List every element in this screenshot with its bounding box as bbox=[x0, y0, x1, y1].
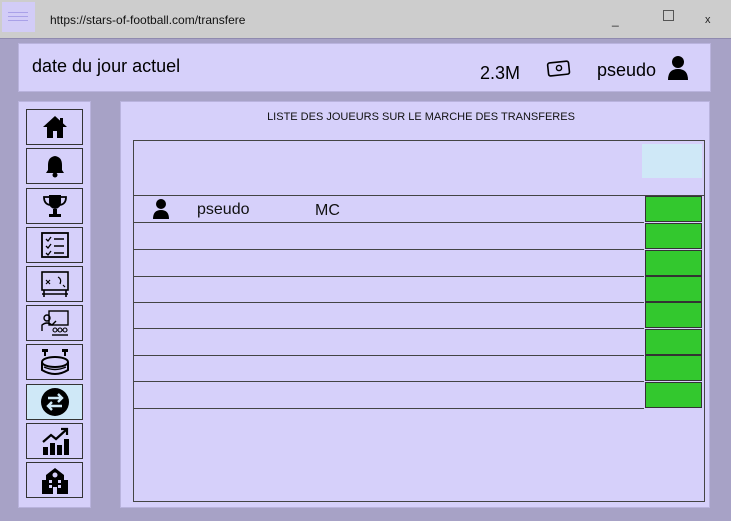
bell-icon bbox=[45, 156, 64, 178]
buy-button[interactable] bbox=[645, 250, 702, 276]
url-bar[interactable]: https://stars-of-football.com/transfere bbox=[50, 13, 245, 27]
table-header bbox=[134, 141, 704, 196]
growth-chart-icon bbox=[41, 427, 69, 455]
checklist-icon bbox=[40, 232, 69, 258]
transfer-market-panel: LISTE DES JOUEURS SUR LE MARCHE DES TRAN… bbox=[120, 101, 710, 508]
player-name: pseudo bbox=[197, 201, 250, 218]
maximize-button[interactable] bbox=[663, 10, 674, 21]
buy-button[interactable] bbox=[645, 276, 702, 302]
club-building-icon bbox=[41, 468, 68, 494]
minimize-button[interactable]: _ bbox=[612, 13, 619, 27]
table-row[interactable] bbox=[134, 223, 644, 250]
sidebar-item-statistics[interactable] bbox=[26, 423, 83, 459]
buy-button[interactable] bbox=[645, 223, 702, 249]
table-row[interactable] bbox=[134, 355, 644, 382]
trophy-icon bbox=[42, 195, 67, 217]
buy-button[interactable] bbox=[645, 355, 702, 381]
user-icon[interactable] bbox=[667, 55, 689, 86]
buy-button[interactable] bbox=[645, 382, 702, 408]
page-title: LISTE DES JOUEURS SUR LE MARCHE DES TRAN… bbox=[267, 111, 575, 123]
table-row[interactable] bbox=[134, 329, 644, 356]
tactics-board-icon bbox=[40, 271, 69, 297]
browser-titlebar: https://stars-of-football.com/transfere … bbox=[0, 0, 731, 38]
browser-logo-icon bbox=[2, 2, 35, 32]
app-window: date du jour actuel 2.3M pseudo LISTE DE… bbox=[0, 38, 731, 521]
buy-button[interactable] bbox=[645, 329, 702, 355]
sidebar-item-home[interactable] bbox=[26, 109, 83, 145]
home-icon bbox=[42, 116, 67, 138]
money-balance: 2.3M bbox=[480, 63, 521, 83]
sidebar-item-transfers[interactable] bbox=[26, 384, 83, 420]
sidebar-item-tasks[interactable] bbox=[26, 227, 83, 263]
buy-button[interactable] bbox=[645, 302, 702, 328]
top-header: date du jour actuel 2.3M pseudo bbox=[18, 43, 711, 92]
money-icon bbox=[546, 58, 572, 83]
current-date: date du jour actuel bbox=[32, 56, 181, 76]
stadium-icon bbox=[40, 349, 69, 375]
transfer-table: pseudo MC bbox=[133, 140, 705, 502]
sidebar-item-club[interactable] bbox=[26, 462, 83, 498]
buy-button[interactable] bbox=[645, 196, 702, 222]
table-row[interactable] bbox=[134, 250, 644, 277]
table-row[interactable] bbox=[134, 382, 644, 409]
sidebar bbox=[18, 101, 91, 508]
sidebar-item-trophies[interactable] bbox=[26, 188, 83, 224]
table-row[interactable] bbox=[134, 302, 644, 329]
training-icon bbox=[40, 310, 69, 336]
player-position: MC bbox=[315, 202, 340, 219]
header-action-button[interactable] bbox=[642, 144, 702, 178]
table-row[interactable]: pseudo MC bbox=[134, 196, 644, 223]
sidebar-item-training[interactable] bbox=[26, 305, 83, 341]
close-button[interactable]: x bbox=[705, 14, 711, 26]
player-icon bbox=[152, 198, 170, 225]
sidebar-item-tactics[interactable] bbox=[26, 266, 83, 302]
sidebar-item-notifications[interactable] bbox=[26, 148, 83, 184]
username[interactable]: pseudo bbox=[597, 60, 656, 81]
table-row[interactable] bbox=[134, 276, 644, 303]
transfer-icon bbox=[40, 388, 69, 416]
sidebar-item-stadium[interactable] bbox=[26, 344, 83, 380]
